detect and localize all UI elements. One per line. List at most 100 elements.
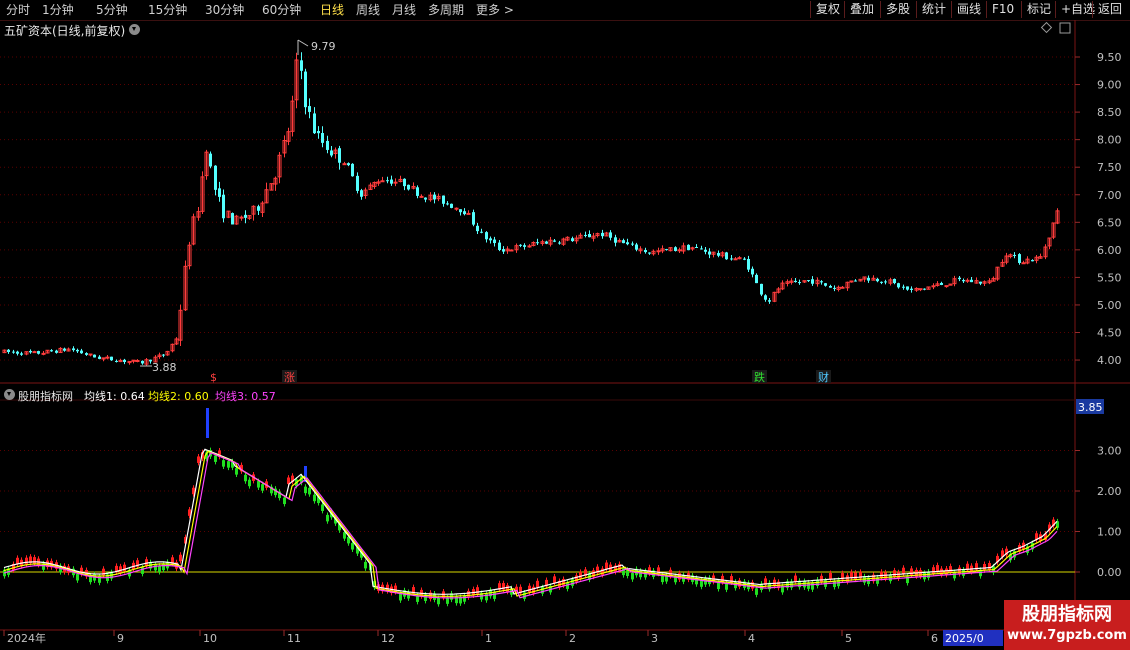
indicator-bar xyxy=(854,572,857,580)
indicator-tick-label: 0.00 xyxy=(1097,566,1122,579)
price-tick-label: 4.00 xyxy=(1097,354,1122,367)
indicator-bar xyxy=(988,563,991,570)
candle-body xyxy=(829,285,832,288)
candle-body xyxy=(545,241,548,244)
candle-body xyxy=(472,212,475,225)
candle-body xyxy=(1013,254,1016,256)
candle-body xyxy=(656,250,661,253)
indicator-bar xyxy=(33,557,36,564)
candle-body xyxy=(609,232,612,238)
candle-body xyxy=(380,180,385,183)
event-marker: 财 xyxy=(818,370,829,384)
event-marker: 跌 xyxy=(754,370,765,384)
candle-body xyxy=(342,163,347,166)
indicator-bar xyxy=(283,497,286,505)
candle-body xyxy=(760,283,763,295)
candle-body xyxy=(626,242,629,245)
candle-body xyxy=(794,280,797,283)
price-tick-label: 4.50 xyxy=(1097,327,1122,340)
candle-body xyxy=(897,283,900,288)
indicator-bar xyxy=(725,583,728,590)
candle-body xyxy=(317,131,320,134)
indicator-bar xyxy=(958,567,961,575)
candle-body xyxy=(700,248,703,250)
candle-body xyxy=(321,133,324,143)
indicator-bar xyxy=(893,570,896,577)
candle-body xyxy=(880,281,883,283)
candle-body xyxy=(962,280,965,282)
indicator-tick-label: 3.00 xyxy=(1097,445,1122,458)
candle-body xyxy=(7,349,10,353)
x-axis-label: 12 xyxy=(381,632,395,645)
indicator-bar xyxy=(897,572,900,579)
candle-body xyxy=(244,214,247,218)
candle-body xyxy=(527,245,532,248)
candle-body xyxy=(1018,254,1021,263)
indicator-bar xyxy=(506,585,509,592)
candle-body xyxy=(41,352,46,355)
indicator-bar xyxy=(829,572,832,580)
indicator-bar xyxy=(235,468,238,475)
indicator-bar xyxy=(308,487,311,495)
indicator-bar xyxy=(321,504,324,511)
candle-body xyxy=(88,353,93,356)
candle-body xyxy=(704,249,707,252)
candle-body xyxy=(747,258,750,270)
candle-body xyxy=(902,286,905,288)
candle-body xyxy=(876,278,879,282)
indicator-ma3: 均线3: 0.57 xyxy=(215,390,276,403)
chevron-down-icon[interactable] xyxy=(4,389,15,400)
candle-body xyxy=(313,113,316,134)
candle-body xyxy=(677,249,682,252)
candle-body xyxy=(463,211,466,215)
candle-body xyxy=(218,188,221,197)
indicator-bar xyxy=(936,565,939,572)
price-tick-label: 7.00 xyxy=(1097,189,1122,202)
candle-body xyxy=(893,278,896,284)
candle-body xyxy=(493,239,496,244)
indicator-bar xyxy=(437,597,440,605)
candle-body xyxy=(768,300,771,302)
candle-body xyxy=(55,350,58,353)
price-tick-label: 8.50 xyxy=(1097,106,1122,119)
indicator-bar xyxy=(214,455,217,462)
candle-body xyxy=(50,350,53,352)
indicator-bar xyxy=(257,481,260,488)
candle-body xyxy=(571,238,574,242)
candle-body xyxy=(687,244,690,251)
indicator-bar xyxy=(541,587,544,594)
indicator-ma2: 均线2: 0.60 xyxy=(148,390,209,403)
candle-body xyxy=(965,279,970,282)
indicator-spike xyxy=(206,408,209,438)
indicator-bar xyxy=(940,568,943,576)
indicator-bar xyxy=(76,573,79,581)
candle-body xyxy=(958,277,961,280)
candle-body xyxy=(403,178,406,187)
indicator-bar xyxy=(919,570,922,577)
x-axis-label: 2025/0 xyxy=(945,632,984,645)
indicator-bar xyxy=(248,479,251,487)
candle-body xyxy=(12,351,15,353)
candle-body xyxy=(910,288,913,290)
candle-body xyxy=(338,148,341,163)
candle-body xyxy=(695,246,698,248)
candle-body xyxy=(725,252,728,260)
indicator-bar xyxy=(889,574,892,582)
indicator-bar xyxy=(536,580,539,588)
candle-body xyxy=(536,242,539,244)
candle-body xyxy=(940,282,943,285)
indicator-bar xyxy=(364,561,367,569)
candle-body xyxy=(454,207,459,210)
indicator-bar xyxy=(983,563,986,571)
candle-body xyxy=(614,237,617,243)
candle-body xyxy=(979,281,982,284)
candle-body xyxy=(433,194,436,200)
kline-chart[interactable]: 9.50 9.00 8.50 8.00 7.50 7.00 6.50 6.00 5.50 5.00… xyxy=(0,0,1130,650)
candle-body xyxy=(141,360,144,364)
chevron-down-icon[interactable] xyxy=(129,24,140,35)
indicator-bar xyxy=(179,554,182,562)
candle-body xyxy=(459,209,462,213)
x-axis-label: 4 xyxy=(748,632,755,645)
x-axis-label: 11 xyxy=(287,632,301,645)
candle-body xyxy=(867,277,870,281)
